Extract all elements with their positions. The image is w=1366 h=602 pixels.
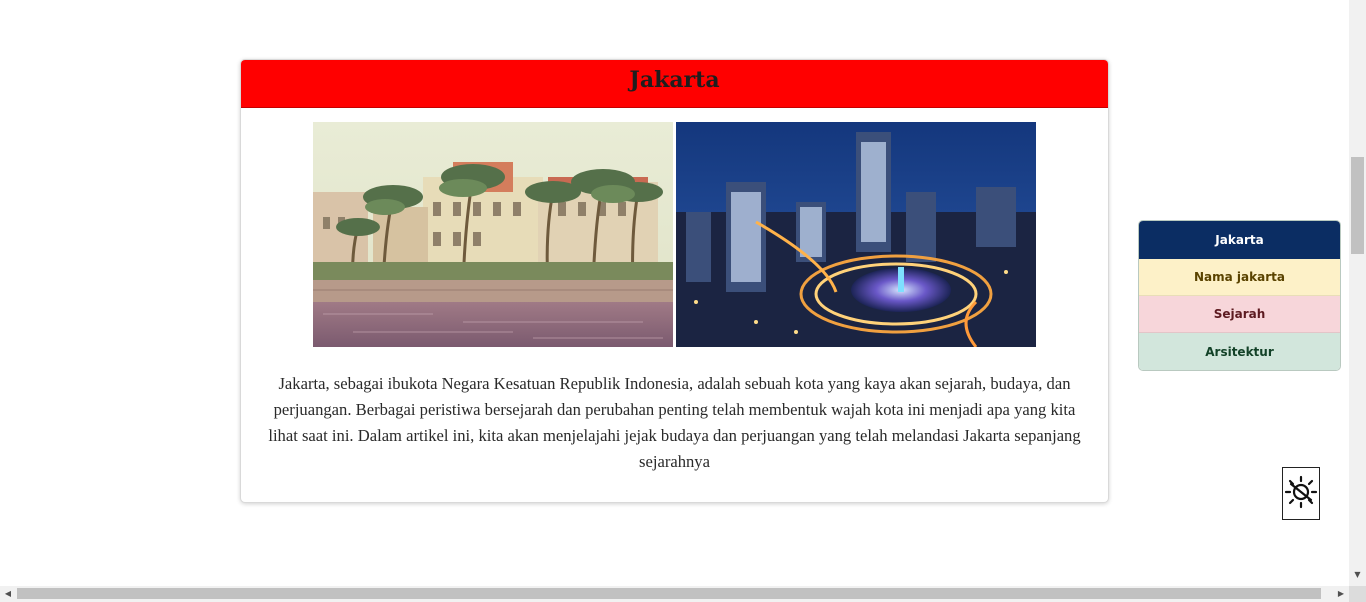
nav-item-nama-jakarta[interactable]: Nama jakarta [1139,259,1340,296]
scroll-left-arrow-icon[interactable]: ◀ [0,586,16,602]
nav-item-sejarah[interactable]: Sejarah [1139,296,1340,333]
horizontal-scroll-thumb[interactable] [17,588,1321,599]
nav-item-arsitektur[interactable]: Arsitektur [1139,333,1340,370]
colonial-building-photo [313,122,673,347]
nav-item-jakarta[interactable]: Jakarta [1139,221,1340,259]
article-images [313,122,1037,348]
scroll-down-arrow-icon[interactable]: ▼ [1349,570,1366,584]
article-header: Jakarta [241,60,1108,108]
theme-toggle-button[interactable] [1282,467,1320,520]
city-night-photo [676,122,1036,347]
article-title: Jakarta [629,66,720,93]
vertical-scroll-thumb[interactable] [1351,157,1364,254]
section-nav: Jakarta Nama jakarta Sejarah Arsitektur [1138,220,1341,371]
vertical-scrollbar[interactable]: ▼ [1349,0,1366,586]
sun-moon-icon [1284,475,1318,513]
page-viewport: Jakarta Jakarta, sebagai ibukota Negara … [0,0,1349,586]
article-card: Jakarta Jakarta, sebagai ibukota Negara … [240,59,1109,503]
scrollbar-corner [1349,586,1366,602]
horizontal-scrollbar[interactable]: ◀ ▶ [0,586,1349,602]
scroll-right-arrow-icon[interactable]: ▶ [1333,586,1349,602]
article-body: Jakarta, sebagai ibukota Negara Kesatuan… [268,374,1081,471]
